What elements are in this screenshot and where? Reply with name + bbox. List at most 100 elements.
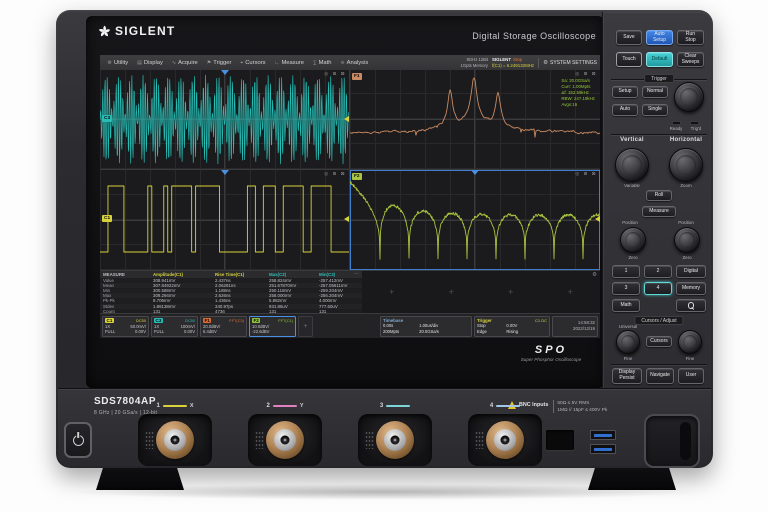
acq-status: Stop: [513, 57, 522, 62]
trigger-level-marker[interactable]: [344, 216, 349, 222]
clock-date: 2022/12/19: [573, 326, 595, 332]
trigger-level-marker[interactable]: [344, 116, 349, 122]
cursors-menu-icon: ⌖: [240, 60, 243, 66]
math-button[interactable]: Math: [612, 299, 640, 312]
trigger-position-marker[interactable]: [471, 170, 479, 175]
menu-item-analysis[interactable]: ≋Analysis: [336, 55, 373, 70]
power-button[interactable]: [64, 422, 92, 458]
gear-icon: ⚙: [543, 60, 548, 66]
trigger-position-marker[interactable]: [221, 70, 229, 75]
horizontal-position-knob[interactable]: [674, 227, 700, 253]
trigger-auto-button[interactable]: Auto: [612, 104, 638, 116]
display-persist-button[interactable]: Display Persist: [612, 368, 642, 384]
bnc-color-line: [386, 405, 410, 407]
table-menu-dots[interactable]: ⋯: [354, 271, 359, 277]
menu-item-label: Acquire: [178, 60, 198, 66]
menu-item-math[interactable]: ∑Math: [309, 55, 336, 70]
panel-action-icons[interactable]: ◎ ⊞ ⊠: [324, 71, 346, 77]
gear-icon[interactable]: ⚙: [592, 272, 597, 278]
vertical-position-knob[interactable]: [620, 227, 646, 253]
channel-box-value: FULL: [154, 329, 164, 334]
channel-box-value: FULL: [105, 329, 115, 334]
bnc-number: 2: [266, 403, 269, 409]
digital-button[interactable]: Digital: [676, 265, 706, 278]
menu-item-cursors[interactable]: ⌖Cursors: [236, 55, 270, 70]
screen-brand: SIGLENT: [492, 57, 511, 62]
trigger-setup-button[interactable]: Setup: [612, 86, 638, 98]
timebase-title: Timebase: [383, 318, 403, 323]
channel-box-f2[interactable]: F2FFT(C1)10.0dBV/-22.6dBV: [249, 316, 296, 337]
trigger-position-marker[interactable]: [221, 170, 229, 175]
default-button[interactable]: Default: [646, 52, 673, 67]
bnc-input-3: [358, 414, 432, 466]
navigate-button[interactable]: Navigate: [646, 368, 674, 384]
roll-button[interactable]: Roll: [646, 190, 672, 201]
menu-item-display[interactable]: ▤Display: [133, 55, 168, 70]
bnc-label-4: 4: [468, 402, 542, 410]
trace-label-f1[interactable]: F1: [352, 73, 362, 80]
hardware-info: 8GHz 12Bit 1Gpts Memory: [461, 57, 488, 68]
graticule-cross: +: [508, 287, 513, 297]
horizontal-scale-knob[interactable]: [669, 148, 703, 182]
channel-box-row: 6.4dBV: [203, 329, 244, 334]
bnc-label-2: 2Y: [248, 402, 322, 410]
trigger-level-knob[interactable]: [674, 82, 704, 112]
trigger-single-button[interactable]: Single: [642, 104, 668, 116]
cursor-knob-b[interactable]: [678, 330, 702, 354]
panel-action-icons[interactable]: ◎ ⊞ ⊠: [575, 71, 597, 77]
menu-item-label: Measure: [281, 60, 304, 66]
menu-item-trigger[interactable]: ⚑Trigger: [202, 55, 236, 70]
panel-action-icons[interactable]: ◎ ⊞ ⊠: [575, 171, 597, 177]
cursor-knob-a[interactable]: [616, 330, 640, 354]
trigger-normal-button[interactable]: Normal: [642, 86, 668, 98]
channel-2-button[interactable]: 2: [644, 265, 672, 278]
channel-box-c1[interactable]: C1DC501X50.0mV/FULL0.00V: [102, 316, 149, 337]
trigger-box[interactable]: TriggerC1 DCStop0.00VEdgeRising: [474, 316, 550, 337]
acquire-menu-icon: ∿: [172, 60, 176, 66]
clear-sweeps-button[interactable]: Clear Sweeps: [677, 52, 704, 67]
channel-4-button[interactable]: 4: [644, 282, 672, 295]
save-button[interactable]: Save: [616, 30, 642, 45]
channel-box-f1[interactable]: F1FFT(C3)20.0dBV/6.4dBV: [200, 316, 247, 337]
user-button[interactable]: User: [678, 368, 704, 384]
channel-box-value: 6.4dBV: [203, 329, 217, 334]
measure-button[interactable]: Measure: [642, 206, 676, 217]
trace-label-f2[interactable]: F2: [352, 173, 362, 180]
channel-chip-c3: C3: [154, 318, 163, 323]
channel-box-c3[interactable]: C3DC501X100mV/FULL0.00V: [151, 316, 198, 337]
menu-item-acquire[interactable]: ∿Acquire: [167, 55, 202, 70]
divider: [611, 134, 707, 135]
channel-3-button[interactable]: 3: [612, 282, 640, 295]
add-channel-button[interactable]: +: [298, 316, 313, 337]
auto-setup-button[interactable]: Auto Setup: [646, 30, 673, 45]
channel-1-button[interactable]: 1: [612, 265, 640, 278]
touch-button[interactable]: Touch: [616, 52, 642, 67]
measure-header-row: MEASUREAmplitude(C1)Rise Time(C1)Max(C3)…: [100, 271, 362, 278]
timebase-box[interactable]: Timebase0.00s1.00us/div200Mpts20.0GSa/s: [380, 316, 472, 337]
trigger-level-marker[interactable]: [595, 216, 600, 222]
vertical-scale-knob[interactable]: [615, 148, 649, 182]
search-button[interactable]: [676, 299, 706, 312]
menu-item-utility[interactable]: ⚙Utility: [103, 55, 133, 70]
run-stop-button[interactable]: Run Stop: [677, 30, 704, 45]
trace-label-c3[interactable]: C3: [102, 115, 112, 122]
menu-item-label: Math: [319, 60, 332, 66]
menu-item-measure[interactable]: ∟Measure: [270, 55, 308, 70]
timebase-value: 20.0GSa/s: [419, 329, 469, 335]
fine-label-left: Fine: [608, 356, 648, 361]
system-settings-button[interactable]: ⚙ SYSTEM SETTINGS: [538, 58, 597, 68]
universal-label: Universal: [608, 324, 648, 329]
trace-label-c1[interactable]: C1: [102, 215, 112, 222]
menu-bar: ⚙Utility▤Display∿Acquire⚑Trigger⌖Cursors…: [100, 55, 600, 70]
sinc-waveform: [350, 170, 600, 270]
cursors-button[interactable]: Cursors: [646, 336, 672, 347]
product-photo-stage: SIGLENT Digital Storage Oscilloscope ⚙Ut…: [0, 0, 768, 512]
menu-item-label: Analysis: [347, 60, 369, 66]
memory-button[interactable]: Memory: [676, 282, 706, 295]
channel-chip-c1: C1: [105, 318, 114, 323]
floor-shadow: [70, 484, 700, 500]
panel-action-icons[interactable]: ◎ ⊞ ⊠: [324, 171, 346, 177]
ready-led: [672, 121, 681, 125]
panel-f2-sinc: ◎ ⊞ ⊠ F2: [350, 170, 600, 270]
bnc-color-line: [163, 405, 187, 407]
